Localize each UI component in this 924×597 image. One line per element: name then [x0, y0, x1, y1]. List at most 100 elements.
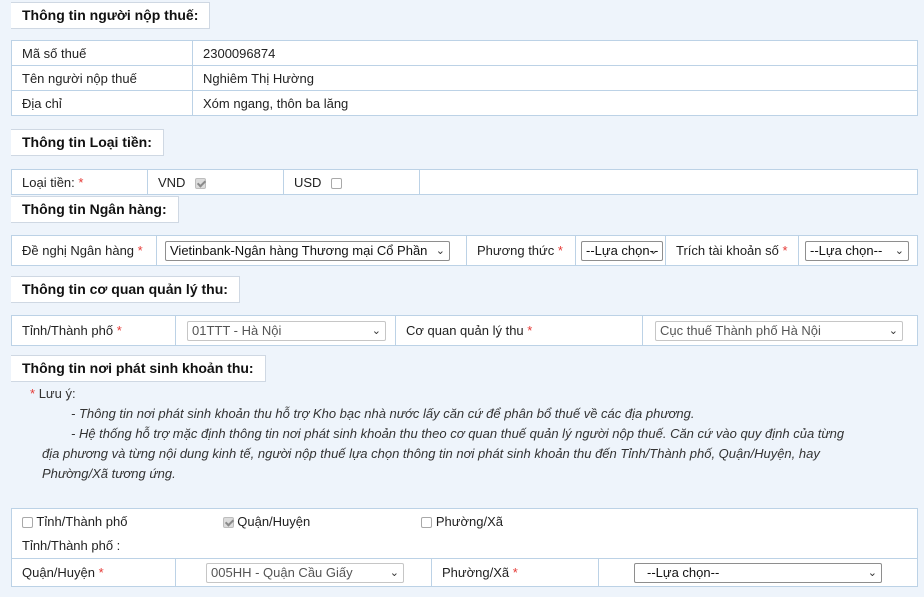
level-option-ward[interactable]: Phường/Xã: [421, 514, 581, 529]
required-mark: *: [782, 243, 788, 258]
province-label-cell: Tỉnh/Thành phố *: [11, 315, 176, 346]
ward-select[interactable]: --Lựa chọn-- ⌄: [634, 562, 882, 583]
ward-checkbox[interactable]: [421, 516, 433, 528]
bank-select-value: Vietinbank-Ngân hàng Thương mại Cổ Phần: [170, 242, 428, 258]
table-row: Quận/Huyện * 005HH - Quận Cầu Giấy ⌄ Phư…: [11, 558, 918, 587]
bank-table: Đề nghị Ngân hàng * Vietinbank-Ngân hàng…: [11, 235, 918, 266]
method-select-value: --Lựa chọn--: [586, 242, 659, 258]
note-line-2b: địa phương và từng nội dung kinh tế, ngư…: [42, 446, 820, 461]
required-mark: *: [98, 565, 104, 580]
agency-label: Cơ quan quản lý thu: [406, 323, 524, 338]
bank-label: Đề nghị Ngân hàng: [22, 243, 135, 258]
province-select[interactable]: 01TTT - Hà Nội ⌄: [187, 320, 386, 341]
currency-option-vnd[interactable]: VND: [147, 169, 284, 195]
district-select-cell: 005HH - Quận Cầu Giấy ⌄: [175, 558, 432, 587]
method-label-cell: Phương thức *: [466, 235, 576, 266]
table-row: Tên người nộp thuế Nghiêm Thị Hường: [11, 65, 918, 91]
address-label: Địa chỉ: [11, 90, 193, 116]
ward-label: Phường/Xã: [442, 565, 510, 580]
table-row: Loại tiền: * VND USD: [11, 169, 918, 195]
section-title-bank: Thông tin Ngân hàng:: [11, 196, 179, 223]
ward-label-cell: Phường/Xã *: [431, 558, 599, 587]
address-value: Xóm ngang, thôn ba lăng: [192, 90, 918, 116]
level-option-province[interactable]: Tỉnh/Thành phố: [13, 513, 220, 529]
currency-option-usd[interactable]: USD: [283, 169, 420, 195]
province-select-value: 01TTT - Hà Nội: [192, 322, 282, 338]
currency-table: Loại tiền: * VND USD: [11, 169, 918, 195]
chevron-down-icon: ⌄: [648, 244, 658, 257]
chevron-down-icon: ⌄: [894, 244, 904, 257]
taxpayer-name-value: Nghiêm Thị Hường: [192, 65, 918, 91]
note-star: *: [30, 386, 36, 401]
tax-code-label: Mã số thuế: [11, 40, 193, 66]
origin-province-label: Tỉnh/Thành phố :: [11, 533, 918, 559]
chevron-down-icon: ⌄: [435, 244, 445, 257]
vnd-checkbox[interactable]: [195, 177, 207, 189]
tax-code-value: 2300096874: [192, 40, 918, 66]
ward-select-value: --Lựa chọn--: [647, 564, 720, 580]
agency-select-value: Cục thuế Thành phố Hà Nội: [660, 322, 821, 338]
chevron-down-icon: ⌄: [888, 324, 898, 337]
note-line-2a: - Hệ thống hỗ trợ mặc định thông tin nơi…: [71, 426, 845, 441]
province-label: Tỉnh/Thành phố: [22, 323, 114, 338]
usd-label: USD: [294, 174, 322, 190]
authority-table: Tỉnh/Thành phố * 01TTT - Hà Nội ⌄ Cơ qua…: [11, 315, 918, 346]
table-row: Địa chỉ Xóm ngang, thôn ba lăng: [11, 90, 918, 116]
account-label: Trích tài khoản số: [676, 243, 779, 258]
province-select-cell: 01TTT - Hà Nội ⌄: [175, 315, 396, 346]
chevron-down-icon: ⌄: [389, 566, 399, 579]
bank-select-cell: Vietinbank-Ngân hàng Thương mại Cổ Phần …: [156, 235, 467, 266]
province-level-label: Tỉnh/Thành phố: [36, 513, 128, 529]
district-level-label: Quận/Huyện: [237, 513, 311, 529]
table-row: Tỉnh/Thành phố :: [11, 533, 918, 559]
ward-level-label: Phường/Xã: [435, 513, 503, 529]
note-line-1: - Thông tin nơi phát sinh khoản thu hỗ t…: [71, 406, 695, 421]
province-checkbox[interactable]: [22, 516, 33, 528]
section-title-origin: Thông tin nơi phát sinh khoản thu:: [11, 355, 266, 382]
account-select-cell: --Lựa chọn-- ⌄: [798, 235, 918, 266]
required-mark: *: [137, 243, 143, 258]
taxpayer-name-label: Tên người nộp thuế: [11, 65, 193, 91]
required-mark: *: [512, 565, 518, 580]
usd-checkbox[interactable]: [331, 177, 343, 189]
vnd-label: VND: [158, 174, 186, 190]
section-title-taxpayer: Thông tin người nộp thuế:: [11, 2, 211, 29]
agency-select-cell: Cục thuế Thành phố Hà Nội ⌄: [642, 315, 918, 346]
account-select-value: --Lựa chọn--: [810, 242, 883, 258]
method-select-cell: --Lựa chọn-- ⌄: [575, 235, 666, 266]
method-select[interactable]: --Lựa chọn-- ⌄: [581, 240, 663, 261]
origin-table: Tỉnh/Thành phố Quận/Huyện Phường/Xã Tỉnh…: [11, 508, 918, 587]
required-mark: *: [527, 323, 533, 338]
bank-select[interactable]: Vietinbank-Ngân hàng Thương mại Cổ Phần …: [165, 240, 450, 261]
method-label: Phương thức: [477, 243, 555, 258]
level-options: Tỉnh/Thành phố Quận/Huyện Phường/Xã: [11, 508, 918, 534]
table-row: Đề nghị Ngân hàng * Vietinbank-Ngân hàng…: [11, 235, 918, 266]
ward-select-cell: --Lựa chọn-- ⌄: [598, 558, 918, 587]
section-title-authority: Thông tin cơ quan quản lý thu:: [11, 276, 240, 303]
agency-label-cell: Cơ quan quản lý thu *: [395, 315, 643, 346]
chevron-down-icon: ⌄: [371, 324, 381, 337]
district-select-value: 005HH - Quận Cầu Giấy: [211, 564, 353, 580]
currency-label-cell: Loại tiền: *: [11, 169, 148, 195]
note-block: * Lưu ý: - Thông tin nơi phát sinh khoản…: [30, 384, 910, 484]
chevron-down-icon: ⌄: [867, 566, 877, 579]
note-title: Lưu ý:: [38, 386, 76, 401]
district-select[interactable]: 005HH - Quận Cầu Giấy ⌄: [206, 562, 404, 583]
required-mark: *: [78, 174, 84, 190]
currency-label: Loại tiền:: [22, 174, 75, 190]
required-mark: *: [116, 323, 122, 338]
table-row: Tỉnh/Thành phố Quận/Huyện Phường/Xã: [11, 508, 918, 534]
account-select[interactable]: --Lựa chọn-- ⌄: [805, 240, 909, 261]
account-label-cell: Trích tài khoản số *: [665, 235, 799, 266]
district-checkbox[interactable]: [222, 516, 234, 528]
agency-select[interactable]: Cục thuế Thành phố Hà Nội ⌄: [655, 320, 903, 341]
empty-cell: [419, 169, 918, 195]
note-heading: * Lưu ý:: [30, 384, 910, 404]
required-mark: *: [557, 243, 563, 258]
district-label: Quận/Huyện: [22, 565, 95, 580]
note-line-2c: Phường/Xã tương ứng.: [42, 466, 176, 481]
district-label-cell: Quận/Huyện *: [11, 558, 176, 587]
table-row: Tỉnh/Thành phố * 01TTT - Hà Nội ⌄ Cơ qua…: [11, 315, 918, 346]
level-option-district[interactable]: Quận/Huyện: [222, 513, 418, 529]
table-row: Mã số thuế 2300096874: [11, 40, 918, 66]
